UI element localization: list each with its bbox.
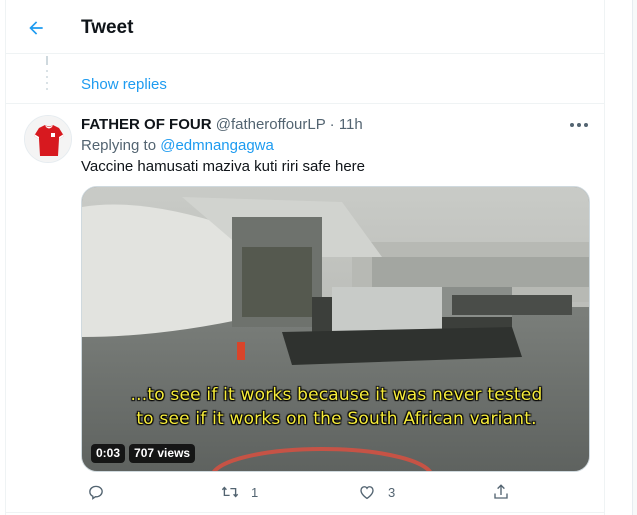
tweet-time[interactable]: 11h: [339, 116, 363, 133]
share-icon: [494, 484, 508, 499]
reply-button[interactable]: [87, 483, 117, 501]
retweet-button[interactable]: 1: [221, 483, 258, 501]
back-button[interactable]: [20, 12, 52, 44]
show-replies-link[interactable]: Show replies: [81, 76, 167, 93]
video-views: 707 views: [129, 444, 196, 463]
tweet-text: Vaccine hamusati maziva kuti riri safe h…: [81, 158, 366, 175]
tweet-actions: 1 3: [81, 483, 590, 503]
replying-prefix: Replying to: [81, 137, 157, 154]
more-options-button[interactable]: [564, 113, 594, 137]
scroll-gutter: [632, 0, 637, 515]
page-title: Tweet: [81, 17, 134, 38]
user-handle[interactable]: @fatheroffourLP: [216, 116, 326, 133]
video-player[interactable]: ...to see if it works because it was nev…: [81, 186, 590, 472]
divider: [6, 103, 604, 104]
thread-connector: [46, 56, 48, 65]
video-subtitle-line-1: ...to see if it works because it was nev…: [130, 385, 543, 405]
tweet-header: FATHER OF FOUR @fatheroffourLP · 11h: [81, 116, 363, 133]
video-badges: 0:03 707 views: [91, 444, 196, 463]
arrow-left-icon: [29, 21, 43, 35]
mention-link[interactable]: @edmnangagwa: [160, 137, 274, 154]
display-name[interactable]: FATHER OF FOUR: [81, 116, 212, 133]
video-frame: [82, 187, 589, 471]
header: Tweet: [6, 0, 604, 54]
retweet-count: 1: [251, 484, 259, 500]
like-count: 3: [388, 484, 396, 500]
video-subtitle-line-2: to see if it works on the South African …: [136, 409, 537, 429]
replying-to: Replying to @edmnangagwa: [81, 137, 274, 154]
reply-icon: [89, 485, 103, 500]
heart-icon: [360, 486, 374, 500]
like-button[interactable]: 3: [358, 483, 395, 501]
jersey-avatar: [25, 116, 71, 162]
more-horizontal-icon: [570, 123, 574, 127]
thread-dots: [45, 70, 49, 96]
video-duration: 0:03: [91, 444, 126, 463]
share-button[interactable]: [492, 483, 522, 501]
divider-bottom: [6, 512, 604, 513]
tweet-detail-column: Tweet Show replies FATHER OF FOUR @fathe…: [5, 0, 605, 515]
avatar[interactable]: [24, 115, 72, 163]
separator-dot: ·: [329, 116, 335, 133]
retweet-icon: [221, 486, 239, 498]
